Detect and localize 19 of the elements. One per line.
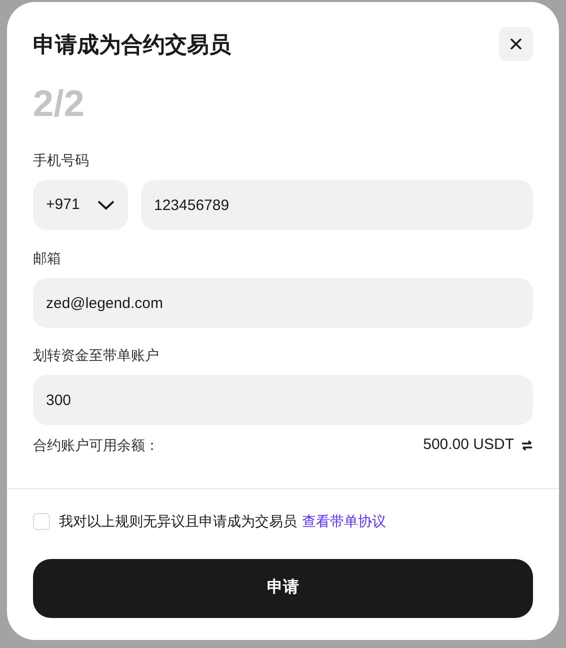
agreement-text: 我对以上规则无异议且申请成为交易员 xyxy=(59,512,297,530)
close-button[interactable] xyxy=(499,27,533,61)
balance-value: 500.00 USDT xyxy=(423,435,514,455)
phone-input[interactable]: 123456789 xyxy=(141,180,533,230)
balance-label: 合约账户可用余额： xyxy=(33,436,159,455)
field-label: 邮箱 xyxy=(33,249,62,268)
chevron-down-icon xyxy=(97,200,115,210)
dialog-title: 申请成为合约交易员 xyxy=(33,30,231,58)
agreement-link[interactable]: 查看带单协议 xyxy=(302,510,386,532)
swap-icon[interactable] xyxy=(521,440,533,451)
step-indicator: 2/2 xyxy=(33,83,84,124)
amount-input[interactable]: 300 xyxy=(33,375,533,425)
agreement-checkbox[interactable] xyxy=(33,512,50,530)
close-icon xyxy=(510,38,522,50)
field-label: 划转资金至带单账户 xyxy=(33,346,160,365)
submit-button[interactable]: 申请 xyxy=(33,558,533,618)
email-input[interactable]: zed@legend.com xyxy=(33,278,533,328)
country-code-select[interactable]: +971 xyxy=(33,180,128,230)
field-label: 手机号码 xyxy=(33,151,90,170)
